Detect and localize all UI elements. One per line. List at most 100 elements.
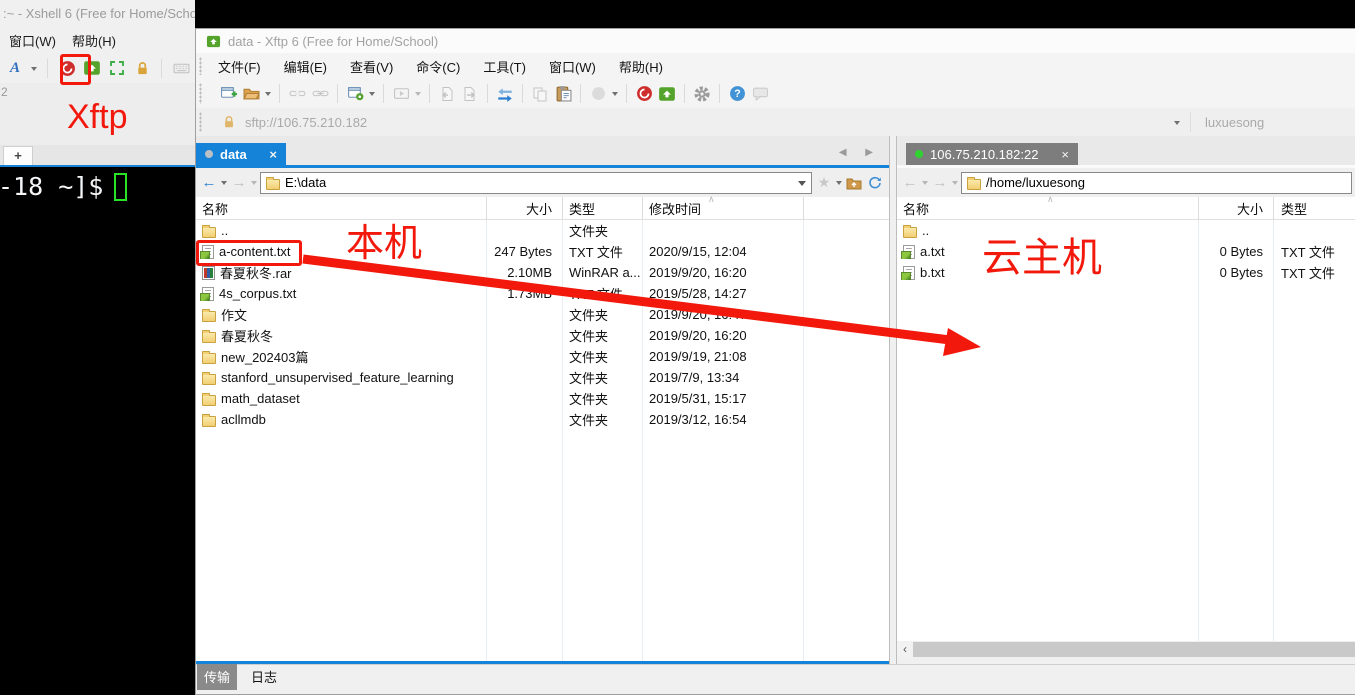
- file-row[interactable]: b.txt0 BytesTXT 文件: [897, 262, 1355, 283]
- file-name-cell[interactable]: 作文: [196, 305, 486, 324]
- feedback-icon[interactable]: [751, 85, 769, 103]
- favorites-caret[interactable]: [836, 181, 842, 188]
- xftp-menu-item[interactable]: 编辑(E): [284, 57, 327, 76]
- execute-icon[interactable]: [392, 85, 410, 103]
- column-divider[interactable]: [486, 197, 487, 219]
- open-folder-icon[interactable]: [242, 85, 260, 103]
- remote-horizontal-scrollbar[interactable]: ‹: [897, 642, 1355, 657]
- help-icon[interactable]: ?: [728, 85, 746, 103]
- file-row[interactable]: ..文件夹: [196, 220, 889, 241]
- file-name-cell[interactable]: a.txt: [897, 244, 1198, 259]
- column-header-type[interactable]: 类型: [1273, 199, 1307, 218]
- local-path-combobox[interactable]: E:\data: [260, 172, 812, 194]
- properties-caret[interactable]: [369, 92, 375, 99]
- home-icon[interactable]: [845, 174, 863, 192]
- path-dropdown-caret[interactable]: [798, 181, 806, 190]
- file-row[interactable]: stanford_unsupervised_feature_learning文件…: [196, 367, 889, 388]
- xftp-menu-item[interactable]: 工具(T): [483, 57, 526, 76]
- fullscreen-icon[interactable]: [108, 59, 126, 77]
- forward-history-caret[interactable]: [251, 181, 257, 188]
- file-name-cell[interactable]: 4s_corpus.txt: [196, 286, 486, 301]
- font-tool-icon[interactable]: A: [6, 59, 24, 77]
- column-divider[interactable]: [803, 197, 804, 219]
- tab-scroll-arrows[interactable]: ◀ ▶: [839, 147, 881, 158]
- copy-icon[interactable]: [531, 85, 549, 103]
- xshell-logo-icon[interactable]: [58, 59, 76, 77]
- status-circle-icon[interactable]: [589, 85, 607, 103]
- local-tab[interactable]: data ×: [196, 143, 286, 165]
- file-name-cell[interactable]: a-content.txt: [196, 244, 486, 259]
- address-url[interactable]: sftp://106.75.210.182: [245, 115, 367, 130]
- back-icon[interactable]: ←: [200, 174, 218, 192]
- scrollbar-left-arrow[interactable]: ‹: [897, 642, 913, 657]
- file-name-cell[interactable]: b.txt: [897, 265, 1198, 280]
- remote-back-icon[interactable]: ←: [901, 174, 919, 192]
- reconnect-icon[interactable]: [311, 85, 329, 103]
- remote-forward-caret[interactable]: [952, 181, 958, 188]
- next-file-icon[interactable]: [461, 85, 479, 103]
- column-divider[interactable]: [642, 197, 643, 219]
- column-header-type[interactable]: 类型: [562, 199, 642, 218]
- file-row[interactable]: 春夏秋冬文件夹2019/9/20, 16:20: [196, 325, 889, 346]
- settings-gear-icon[interactable]: [693, 85, 711, 103]
- xshell-menu-item[interactable]: 帮助(H): [72, 31, 116, 50]
- new-terminal-tab-button[interactable]: +: [3, 146, 33, 165]
- terminal[interactable]: -18 ~]$: [0, 167, 195, 695]
- lock-icon[interactable]: [133, 59, 151, 77]
- column-header-size[interactable]: 大小: [1198, 199, 1273, 218]
- open-folder-caret[interactable]: [265, 92, 271, 99]
- xftp-menu-item[interactable]: 帮助(H): [619, 57, 663, 76]
- address-bar[interactable]: sftp://106.75.210.182 luxuesong: [196, 108, 1355, 136]
- file-name-cell[interactable]: math_dataset: [196, 391, 486, 406]
- column-header-name[interactable]: 名称: [196, 199, 486, 218]
- remote-tab[interactable]: 106.75.210.182:22 ×: [906, 143, 1078, 165]
- file-row[interactable]: acllmdb文件夹2019/3/12, 16:54: [196, 409, 889, 430]
- properties-icon[interactable]: [346, 85, 364, 103]
- username-field[interactable]: luxuesong: [1205, 115, 1355, 130]
- back-history-caret[interactable]: [221, 181, 227, 188]
- favorites-icon[interactable]: ★: [815, 174, 833, 192]
- remote-tab-close-icon[interactable]: ×: [1061, 147, 1069, 162]
- column-divider[interactable]: [1198, 197, 1199, 219]
- xshell-launch-icon[interactable]: [635, 85, 653, 103]
- remote-forward-icon[interactable]: →: [931, 174, 949, 192]
- xftp-menu-item[interactable]: 命令(C): [416, 57, 460, 76]
- execute-caret[interactable]: [415, 92, 421, 99]
- file-row[interactable]: new_202403篇文件夹2019/9/19, 21:08: [196, 346, 889, 367]
- forward-icon[interactable]: →: [230, 174, 248, 192]
- column-divider[interactable]: [1273, 197, 1274, 219]
- file-row[interactable]: a-content.txt247 BytesTXT 文件2020/9/15, 1…: [196, 241, 889, 262]
- transfer-icon[interactable]: [496, 85, 514, 103]
- xftp-menu-item[interactable]: 查看(V): [350, 57, 393, 76]
- file-name-cell[interactable]: stanford_unsupervised_feature_learning: [196, 370, 486, 385]
- file-name-cell[interactable]: new_202403篇: [196, 347, 486, 366]
- open-xftp-icon[interactable]: [83, 59, 101, 77]
- file-row[interactable]: 作文文件夹2019/9/20, 16:47: [196, 304, 889, 325]
- column-header-modified[interactable]: 修改时间: [642, 199, 701, 218]
- scrollbar-thumb[interactable]: [913, 642, 1355, 657]
- file-row[interactable]: ..: [897, 220, 1355, 241]
- file-row[interactable]: 4s_corpus.txt1.73MBTXT 文件2019/5/28, 14:2…: [196, 283, 889, 304]
- address-history-caret[interactable]: [1174, 121, 1180, 128]
- file-name-cell[interactable]: ..: [897, 223, 1198, 238]
- file-name-cell[interactable]: 春夏秋冬: [196, 326, 486, 345]
- xftp-menu-item[interactable]: 文件(F): [218, 57, 261, 76]
- xshell-menu-item[interactable]: 窗口(W): [9, 31, 56, 50]
- font-tool-caret[interactable]: [31, 67, 37, 74]
- column-divider[interactable]: [562, 197, 563, 219]
- new-session-icon[interactable]: [219, 85, 237, 103]
- refresh-icon[interactable]: [866, 174, 884, 192]
- log-tab[interactable]: 日志: [244, 664, 284, 690]
- remote-path-combobox[interactable]: /home/luxuesong: [961, 172, 1352, 194]
- remote-back-caret[interactable]: [922, 181, 928, 188]
- column-header-size[interactable]: 大小: [486, 199, 562, 218]
- paste-icon[interactable]: [554, 85, 572, 103]
- file-row[interactable]: a.txt0 BytesTXT 文件: [897, 241, 1355, 262]
- previous-file-icon[interactable]: [438, 85, 456, 103]
- file-name-cell[interactable]: acllmdb: [196, 412, 486, 427]
- file-row[interactable]: 春夏秋冬.rar2.10MBWinRAR a...2019/9/20, 16:2…: [196, 262, 889, 283]
- xftp-menu-item[interactable]: 窗口(W): [549, 57, 596, 76]
- disconnect-icon[interactable]: [288, 85, 306, 103]
- keyboard-icon[interactable]: [172, 59, 190, 77]
- status-circle-caret[interactable]: [612, 92, 618, 99]
